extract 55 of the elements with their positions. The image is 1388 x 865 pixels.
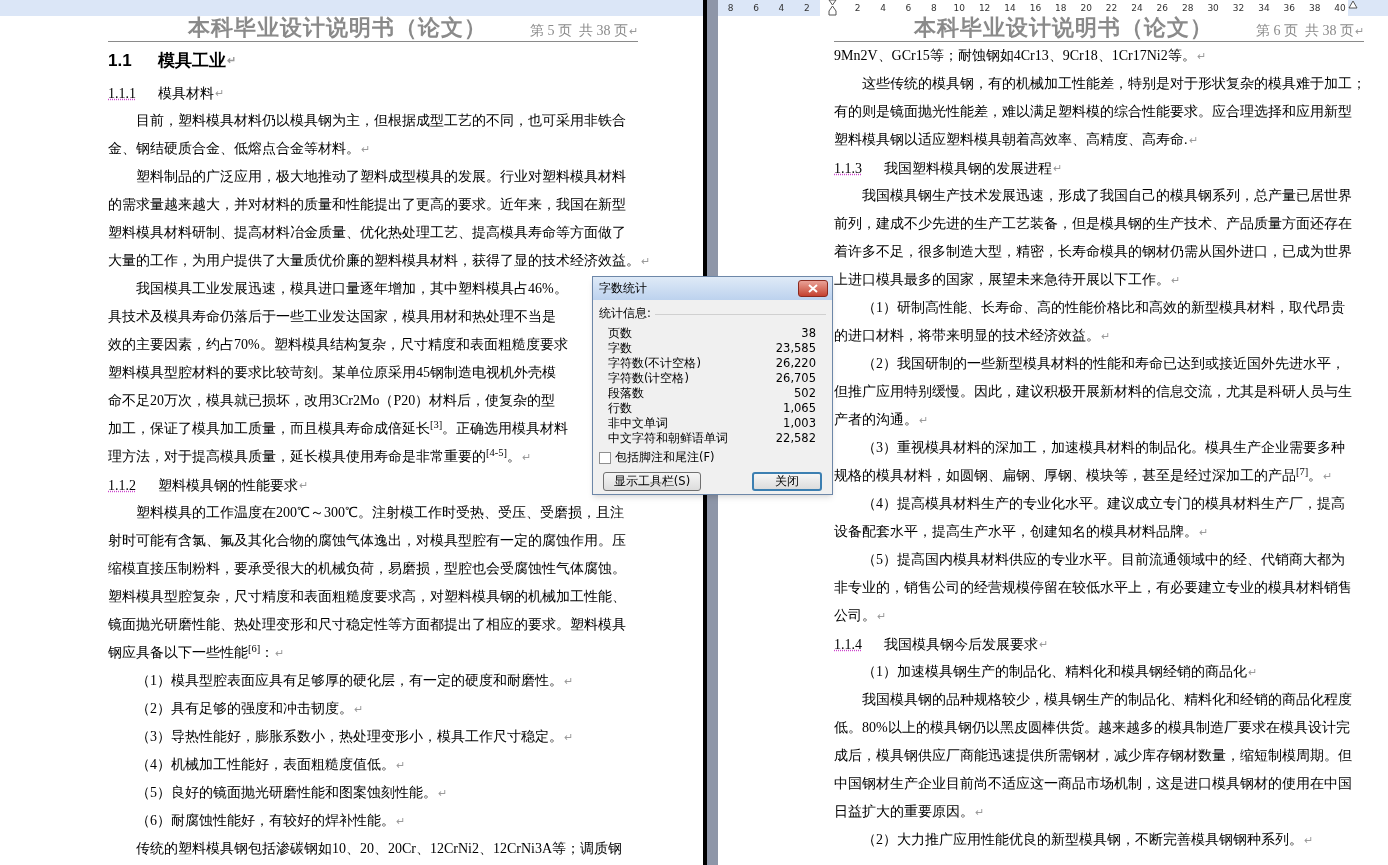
paragraph: 我国模具工业发展迅速，模具进口量逐年增加，其中塑料模具占46%。 具技术及模具寿命仍落后于一些工业发达国家，模具用材和热处理不当是 效的主要因素，约占70%。塑料模具结构复杂，尺寸精度和表面粗糙度要求 塑料模具型腔材料的要求比较苛刻。某单位原采用45钢制造电视机外壳模 命不足20万次，模具就已损坏，改用3Cr2Mo（P20）材料后，使复杂的型 加工，保证了模具加工质量，而且模具寿命成倍延长$^{[3]}$。正确选用模具材料 理方法，对于提高模具质量，延长模具使用寿命是非常重要的$^{[4-5]}$。↵ <box>108 280 569 466</box>
checkbox-label: 包括脚注和尾注(F) <box>615 449 715 467</box>
dialog-title: 字数统计 <box>599 279 647 297</box>
paragraph: （1）加速模具钢生产的制品化、精料化和模具钢经销的商品化↵ <box>861 663 1257 681</box>
chapter-heading: 1.1 模具工业↵ <box>108 49 236 72</box>
paragraph: 传统的塑料模具钢包括渗碳钢如10、20、20Cr、12CrNi2、12CrNi3A等；调质钢 <box>135 840 623 858</box>
paragraph: （6）耐腐蚀性能好，有较好的焊补性能。↵ <box>135 812 405 830</box>
stat-label: 字符数(计空格) <box>608 371 689 387</box>
stat-label: 字数 <box>608 341 632 357</box>
stat-label: 行数 <box>608 401 632 417</box>
paragraph: （1）模具型腔表面应具有足够厚的硬化层，有一定的硬度和耐磨性。↵ <box>135 672 573 690</box>
paragraph: 目前，塑料模具材料仍以模具钢为主，但根据成型工艺的不同，也可采用非铁合 金、钢结硬质合金、低熔点合金等材料。↵ <box>108 112 626 158</box>
paragraph: （2）大力推广应用性能优良的新型模具钢，不断完善模具钢钢种系列。↵ <box>861 831 1313 849</box>
stat-label: 非中文单词 <box>608 416 668 432</box>
stat-value: 22,582 <box>775 431 816 447</box>
stat-value: 38 <box>801 326 816 342</box>
paragraph: 这些传统的模具钢，有的机械加工性能差，特别是对于形状复杂的模具难于加工； 有的则是镜面抛光性能差，难以满足塑料模的综合性能要求。应合理选择和应用新型 塑料模具钢以适应塑料模具朝着高效率、高精度、高寿命.↵ <box>834 75 1366 149</box>
page-header: 本科毕业设计说明书（论文） 第 5 页 共 38 页↵ <box>108 16 638 42</box>
paragraph: （4）机械加工性能好，表面粗糙度值低。↵ <box>135 756 405 774</box>
paragraph: （3）重视模具材料的深加工，加速模具材料的制品化。模具生产企业需要多种 规格的模具材料，如圆钢、扁钢、厚钢、模块等，甚至是经过深加工的产品$^{[7]}$。↵ <box>834 439 1345 485</box>
paragraph: （1）研制高性能、长寿命、高的性能价格比和高效的新型模具材料，取代昂贵 的进口材料，将带来明显的技术经济效益。↵ <box>834 299 1345 345</box>
section-heading: 1.1.1 模具材料↵ <box>108 84 224 103</box>
paragraph: 我国模具钢的品种规格较少，模具钢生产的制品化、精料化和经销的商品化程度 低。80%以上的模具钢仍以黑皮圆棒供货。越来越多的模具制造厂要求在模具设计完 成后，模具钢供应厂商能迅速提供所需钢材，减少库存钢材数量，缩短制模周期。但 中国钢材生产企业目前尚不适应这一商品市场机制，这是进口模具钢材的使用在中国 日益扩大的重要原因。↵ <box>834 691 1352 821</box>
section-heading: 1.1.4 我国模具钢今后发展要求↵ <box>834 635 1048 654</box>
stat-value: 26,220 <box>775 356 816 372</box>
dialog-button[interactable]: 关闭 <box>752 471 822 491</box>
paragraph: （2）我国研制的一些新型模具材料的性能和寿命已达到或接近国外先进水平， 但推广应用特别缓慢。因此，建议积极开展新材料的信息交流，尤其是科研人员与生 产者的沟通。↵ <box>834 355 1352 429</box>
checkbox[interactable] <box>599 451 611 464</box>
stat-value: 1,003 <box>783 416 816 432</box>
stat-label: 字符数(不计空格) <box>608 356 701 372</box>
page-header: 本科毕业设计说明书（论文） 第 6 页 共 38 页↵ <box>834 16 1364 42</box>
paragraph: （2）具有足够的强度和冲击韧度。↵ <box>135 700 363 718</box>
paragraph: 我国模具钢生产技术发展迅速，形成了我国自己的模具钢系列，总产量已居世界 前列，建成不少先进的生产工艺装备，但是模具钢的生产技术、产品质量方面还存在 着许多不足，很多制造大型，精密，长寿命模具的钢材仍需从国外进口，已成为世界 上进口模具最多的国家，展望未来急待开展以下工作。↵ <box>834 187 1352 289</box>
paragraph: （3）导热性能好，膨胀系数小，热处理变形小，模具工作尺寸稳定。↵ <box>135 728 573 746</box>
paragraph: （5）提高国内模具材料供应的专业水平。目前流通领域中的经、代销商大都为 非专业的，销售公司的经营规模停留在较低水平上，有必要建立专业的模具材料销售 公司。↵ <box>834 551 1352 625</box>
stat-label: 段落数 <box>608 386 644 402</box>
indent-marker-icon[interactable] <box>1347 0 1358 9</box>
paragraph: 塑料模具的工作温度在200℃～300℃。注射模工作时受热、受压、受磨损，且注 射时可能有含氯、氟及其化合物的腐蚀气体逸出，对模具型腔有一定的腐蚀作用。压 缩模直接压制粉料，要承受很大的机械负荷，易磨损，型腔也会受腐蚀性气体腐蚀。 塑料模具型腔复杂，尺寸精度和表面粗糙度要求高，对塑料模具钢的机械加工性能、 镜面抛光研磨性能、热处理变形和尺寸稳定性等方面都提出了相应的要求。塑料模具 钢应具备以下一些性能$^{[6]}$：↵ <box>108 504 626 662</box>
paragraph: 9Mn2V、GCr15等；耐蚀钢如4Cr13、9Cr18、1Cr17Ni2等。↵ <box>834 47 1206 65</box>
stat-value: 26,705 <box>775 371 816 387</box>
stat-label: 页数 <box>608 326 632 342</box>
indent-marker-icon[interactable] <box>827 0 837 16</box>
stat-label: 中文字符和朝鲜语单词 <box>608 431 728 447</box>
section-label: 统计信息: <box>599 305 651 322</box>
stat-value: 23,585 <box>775 341 816 357</box>
dialog-button[interactable]: 显示工具栏(S) <box>603 471 701 491</box>
section-heading: 1.1.2 塑料模具钢的性能要求↵ <box>108 476 308 495</box>
paragraph: （4）提高模具材料生产的专业化水平。建议成立专门的模具材料生产厂，提高 设备配套水平，提高生产水平，创建知名的模具材料品牌。↵ <box>834 495 1345 541</box>
stat-value: 502 <box>794 386 816 402</box>
paragraph: 塑料制品的广泛应用，极大地推动了塑料成型模具的发展。行业对塑料模具材料 的需求量越来越大，并对材料的质量和性能提出了更高的要求。近年来，我国在新型 塑料模具材料研制、提高材料冶金质量、优化热处理工艺、提高模具寿命等方面做了 大量的工作，为用户提供了大量质优价廉的塑料模具材料，获得了显的技术经济效益。↵ <box>108 168 650 270</box>
close-icon <box>808 284 818 293</box>
stat-value: 1,065 <box>783 401 816 417</box>
section-heading: 1.1.3 我国塑料模具钢的发展进程↵ <box>834 159 1062 178</box>
close-button[interactable] <box>798 280 828 297</box>
paragraph: （5）良好的镜面抛光研磨性能和图案蚀刻性能。↵ <box>135 784 447 802</box>
